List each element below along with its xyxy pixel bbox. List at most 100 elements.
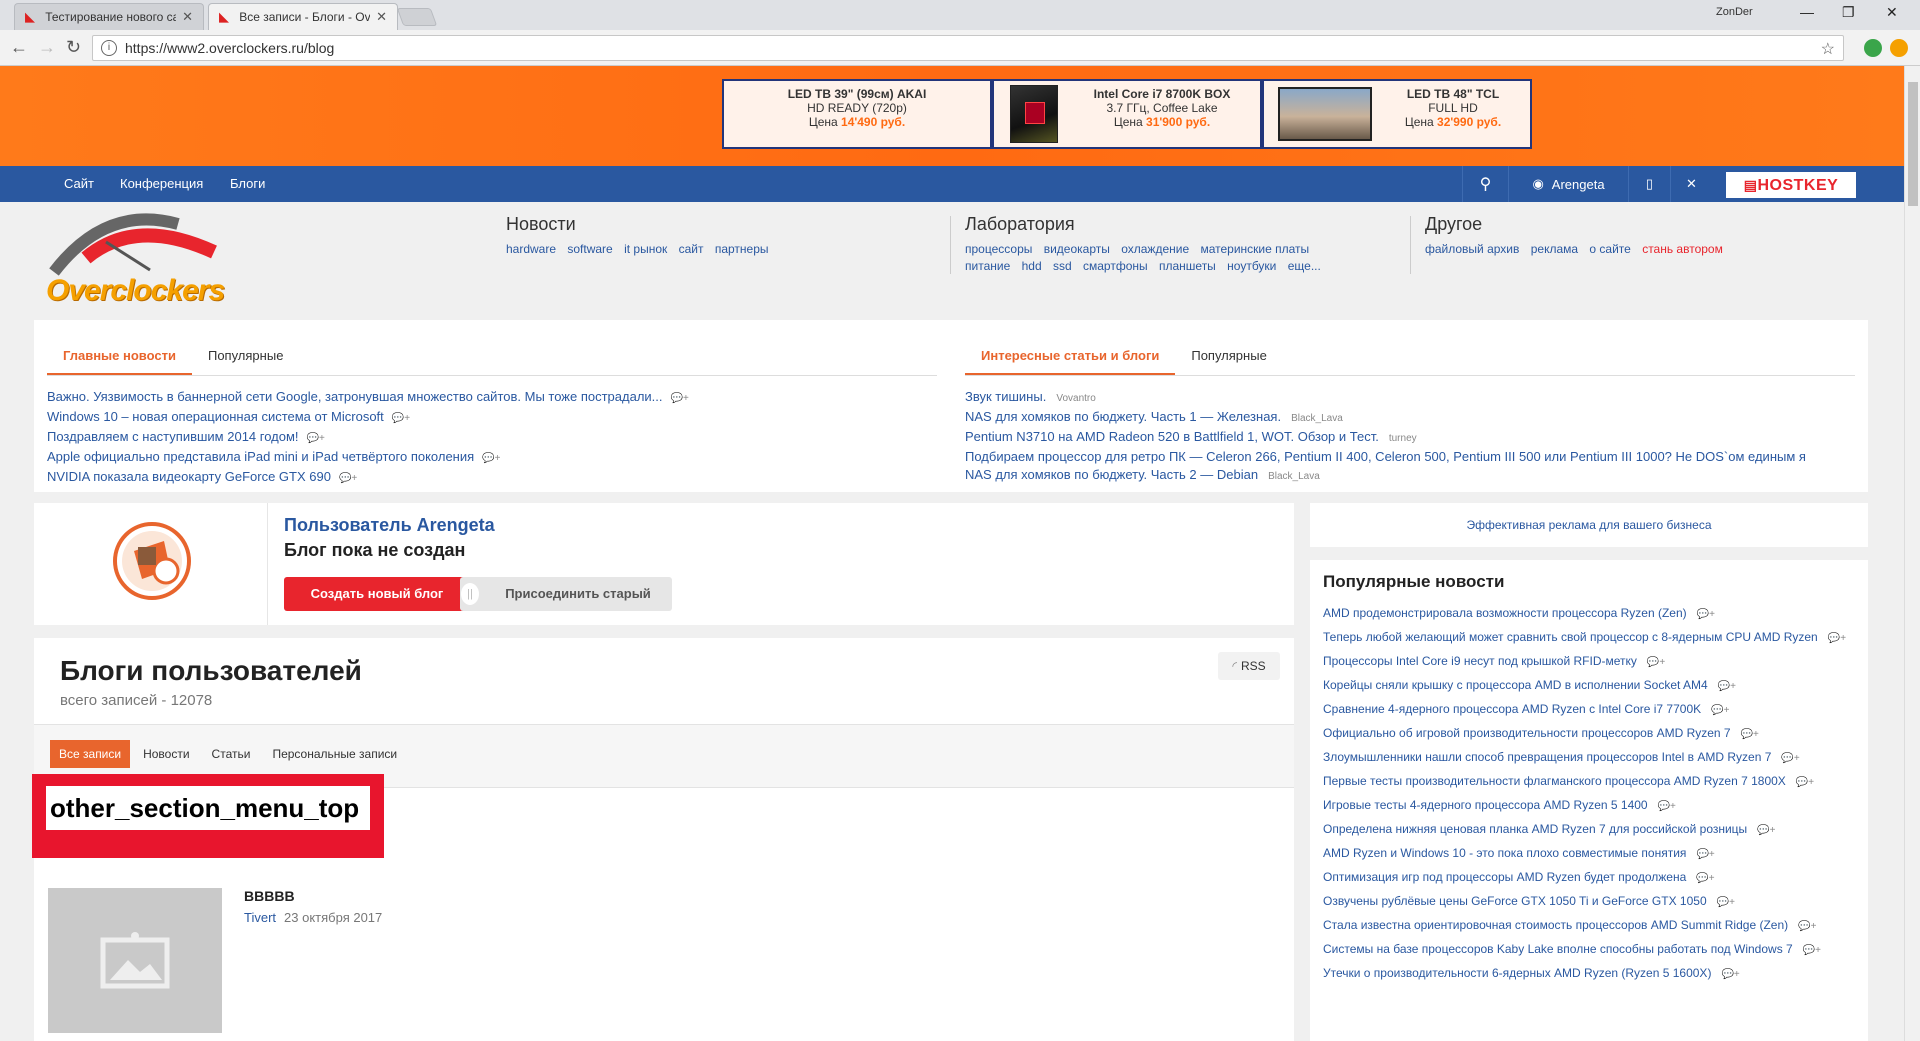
tab-popular-articles[interactable]: Популярные [1175, 338, 1282, 375]
mobile-button[interactable]: ▯ [1628, 166, 1670, 202]
popular-news-item[interactable]: Оптимизация игр под процессоры AMD Ryzen… [1323, 870, 1853, 886]
header-lab-link[interactable]: питание [965, 259, 1010, 273]
nav-link-forum[interactable]: Конференция [120, 176, 203, 191]
tab-popular-news[interactable]: Популярные [192, 338, 299, 375]
popular-news-item[interactable]: Теперь любой желающий может сравнить сво… [1323, 630, 1853, 646]
header-other-link[interactable]: файловый архив [1425, 242, 1519, 256]
header-lab-link[interactable]: охлаждение [1121, 242, 1189, 256]
article-author[interactable]: Vovantro [1056, 393, 1095, 404]
header-news-link[interactable]: сайт [679, 242, 704, 256]
nav-link-blogs[interactable]: Блоги [230, 176, 265, 191]
article-item[interactable]: Pentium N3710 на AMD Radeon 520 в Battlf… [965, 428, 1855, 448]
news-title[interactable]: Поздравляем с наступившим 2014 годом! [47, 429, 299, 444]
news-title[interactable]: Windows 10 – новая операционная система … [47, 409, 384, 424]
user-menu[interactable]: ◉ Arengeta [1508, 166, 1628, 202]
popular-news-item[interactable]: Озвучены рублёвые цены GeForce GTX 1050 … [1323, 894, 1853, 910]
header-news-link[interactable]: it рынок [624, 242, 667, 256]
join-blog-button[interactable]: Присоединить старый [460, 577, 672, 611]
search-button[interactable]: ⚲ [1462, 166, 1508, 202]
tab-articles[interactable]: Статьи [203, 740, 260, 768]
article-title[interactable]: NAS для хомяков по бюджету. Часть 1 — Же… [965, 409, 1281, 424]
article-title[interactable]: Звук тишины. [965, 389, 1046, 404]
header-lab-link[interactable]: процессоры [965, 242, 1032, 256]
popular-news-item[interactable]: AMD продемонстрировала возможности проце… [1323, 606, 1853, 622]
header-other-link[interactable]: о сайте [1589, 242, 1630, 256]
tab-personal[interactable]: Персональные записи [263, 740, 406, 768]
post-author[interactable]: Tivert [244, 910, 276, 925]
header-lab-link[interactable]: материнские платы [1200, 242, 1309, 256]
header-news-link[interactable]: hardware [506, 242, 556, 256]
article-title[interactable]: Pentium N3710 на AMD Radeon 520 в Battlf… [965, 429, 1379, 444]
page-scrollbar[interactable] [1904, 66, 1920, 1041]
header-news-title[interactable]: Новости [506, 214, 777, 235]
popular-news-item[interactable]: Системы на базе процессоров Kaby Lake вп… [1323, 942, 1853, 958]
article-author[interactable]: Black_Lava [1268, 471, 1320, 482]
new-tab-button[interactable] [396, 8, 438, 26]
header-lab-link[interactable]: ssd [1053, 259, 1072, 273]
banner-ad-intel-cpu[interactable]: Intel Core i7 8700K BOX 3.7 ГГц, Coffee … [992, 79, 1262, 149]
tools-button[interactable]: ✕ [1670, 166, 1712, 202]
info-icon[interactable]: i [101, 40, 117, 56]
extension-shield-icon[interactable] [1864, 39, 1882, 57]
news-item[interactable]: Apple официально представила iPad mini и… [47, 448, 937, 468]
reload-icon[interactable]: ↻ [66, 38, 81, 56]
header-news-link[interactable]: партнеры [715, 242, 769, 256]
banner-ad-tv-tcl[interactable]: LED ТВ 48" TCL FULL HD Цена 32'990 руб. [1262, 79, 1532, 149]
article-title[interactable]: NAS для хомяков по бюджету. Часть 2 — De… [965, 467, 1258, 482]
browser-tab-2[interactable]: ◣ Все записи - Блоги - Ove ✕ [208, 3, 398, 30]
header-lab-link[interactable]: hdd [1022, 259, 1042, 273]
article-item[interactable]: Звук тишины. Vovantro [965, 388, 1855, 408]
popular-news-item[interactable]: Первые тесты производительности флагманс… [1323, 774, 1853, 790]
popular-news-item[interactable]: Официально об игровой производительности… [1323, 726, 1853, 742]
news-item[interactable]: Windows 10 – новая операционная система … [47, 408, 937, 428]
header-lab-title[interactable]: Лаборатория [965, 214, 1329, 235]
scrollbar-thumb[interactable] [1908, 82, 1918, 206]
avatar[interactable] [112, 521, 192, 601]
post-title[interactable]: ВВВВВ [244, 888, 295, 904]
browser-tab-1[interactable]: ◣ Тестирование нового са ✕ [14, 3, 204, 30]
news-title[interactable]: Apple официально представила iPad mini и… [47, 449, 474, 464]
article-author[interactable]: Black_Lava [1291, 413, 1343, 424]
header-other-title[interactable]: Другое [1425, 214, 1731, 235]
extension-alert-icon[interactable] [1890, 39, 1908, 57]
article-item[interactable]: NAS для хомяков по бюджету. Часть 1 — Же… [965, 408, 1855, 428]
forward-arrow-icon[interactable]: → [38, 38, 56, 56]
popular-news-item[interactable]: AMD Ryzen и Windows 10 - это пока плохо … [1323, 846, 1853, 862]
hostkey-sponsor-logo[interactable]: ▤HOSTKEY [1726, 172, 1856, 198]
user-panel-title[interactable]: Пользователь Arengeta [284, 515, 495, 536]
popular-news-item[interactable]: Злоумышленники нашли способ превращения … [1323, 750, 1853, 766]
header-news-link[interactable]: software [567, 242, 612, 256]
post-thumbnail[interactable] [48, 888, 222, 1033]
back-arrow-icon[interactable]: ← [10, 38, 28, 56]
rss-button[interactable]: ◜ RSS [1218, 652, 1280, 680]
tab-close-icon[interactable]: ✕ [182, 9, 193, 25]
article-item[interactable]: Подбираем процессор для ретро ПК — Celer… [965, 448, 1855, 466]
tab-all-posts[interactable]: Все записи [50, 740, 131, 768]
popular-news-item[interactable]: Утечки о производительности 6-ядерных AM… [1323, 966, 1853, 982]
header-lab-link[interactable]: еще... [1288, 259, 1321, 273]
header-lab-link[interactable]: видеокарты [1044, 242, 1110, 256]
create-blog-button[interactable]: Создать новый блог [284, 577, 470, 611]
header-lab-link[interactable]: смартфоны [1083, 259, 1148, 273]
minimize-icon[interactable]: — [1800, 4, 1814, 20]
news-item[interactable]: Поздравляем с наступившим 2014 годом! 💬+ [47, 428, 937, 448]
site-logo[interactable]: Overclockers [46, 212, 225, 312]
popular-news-item[interactable]: Процессоры Intel Core i9 несут под крышк… [1323, 654, 1853, 670]
article-title[interactable]: Подбираем процессор для ретро ПК — Celer… [965, 449, 1806, 464]
tab-news[interactable]: Новости [134, 740, 198, 768]
header-lab-link[interactable]: планшеты [1159, 259, 1216, 273]
tab-interesting-articles[interactable]: Интересные статьи и блоги [965, 338, 1176, 375]
popular-news-item[interactable]: Стала известна ориентировочная стоимость… [1323, 918, 1853, 934]
tab-close-icon[interactable]: ✕ [376, 9, 387, 25]
news-item[interactable]: NVIDIA показала видеокарту GeForce GTX 6… [47, 468, 937, 488]
popular-news-item[interactable]: Корейцы сняли крышку с процессора AMD в … [1323, 678, 1853, 694]
window-close-icon[interactable]: ✕ [1886, 4, 1898, 21]
nav-link-site[interactable]: Сайт [64, 176, 94, 191]
maximize-icon[interactable]: ❐ [1842, 4, 1855, 21]
header-lab-link[interactable]: ноутбуки [1227, 259, 1276, 273]
popular-news-item[interactable]: Сравнение 4-ядерного процессора AMD Ryze… [1323, 702, 1853, 718]
bookmark-star-icon[interactable]: ☆ [1821, 39, 1835, 59]
article-author[interactable]: turney [1389, 433, 1417, 444]
tab-main-news[interactable]: Главные новости [47, 338, 192, 375]
banner-ad-tv-akai[interactable]: LED ТВ 39" (99см) AKAI HD READY (720p) Ц… [722, 79, 992, 149]
